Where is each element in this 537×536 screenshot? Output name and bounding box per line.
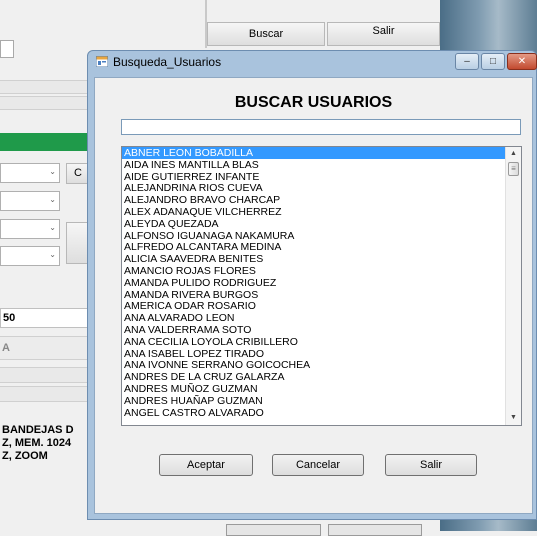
users-list: ABNER LEON BOBADILLA AIDA INES MANTILLA B… bbox=[122, 147, 505, 418]
bg-combo-4[interactable]: ⌄ bbox=[0, 246, 60, 266]
list-item[interactable]: ABNER LEON BOBADILLA bbox=[122, 147, 505, 159]
bg-number-label: 50 bbox=[3, 312, 16, 324]
bg-letter-label: A bbox=[2, 342, 10, 354]
app-form-icon bbox=[96, 56, 108, 67]
window-title: Busqueda_Usuarios bbox=[113, 55, 222, 69]
cancelar-label: Cancelar bbox=[295, 459, 341, 471]
bg-green-header bbox=[0, 133, 92, 151]
list-item[interactable]: ANA ISABEL LOPEZ TIRADO bbox=[122, 348, 505, 360]
list-item[interactable]: AMANDA PULIDO RODRIGUEZ bbox=[122, 277, 505, 289]
list-item[interactable]: ANA CECILIA LOYOLA CRIBILLERO bbox=[122, 336, 505, 348]
list-item[interactable]: AIDE GUTIERREZ INFANTE bbox=[122, 171, 505, 183]
list-item[interactable]: ALFONSO IGUANAGA NAKAMURA bbox=[122, 230, 505, 242]
list-item[interactable]: ALICIA SAAVEDRA BENITES bbox=[122, 253, 505, 265]
users-listbox[interactable]: ABNER LEON BOBADILLA AIDA INES MANTILLA B… bbox=[121, 146, 522, 426]
title-bar[interactable]: Busqueda_Usuarios – □ ✕ bbox=[88, 51, 537, 73]
list-item[interactable]: AMANDA RIVERA BURGOS bbox=[122, 289, 505, 301]
search-input[interactable] bbox=[121, 119, 521, 135]
list-item[interactable]: ANDRES HUAÑAP GUZMAN bbox=[122, 395, 505, 407]
bg-buscar-button[interactable]: Buscar bbox=[207, 22, 325, 46]
close-icon: ✕ bbox=[517, 56, 527, 67]
maximize-button[interactable]: □ bbox=[481, 53, 505, 70]
salir-button[interactable]: Salir bbox=[385, 454, 477, 476]
chevron-down-icon: ⌄ bbox=[49, 223, 56, 232]
bg-combo-2[interactable]: ⌄ bbox=[0, 191, 60, 211]
close-button[interactable]: ✕ bbox=[507, 53, 537, 70]
list-item[interactable]: AMERICA ODAR ROSARIO bbox=[122, 300, 505, 312]
aceptar-button[interactable]: Aceptar bbox=[159, 454, 253, 476]
bg-buscar-label: Buscar bbox=[248, 28, 284, 40]
bg-band-3 bbox=[0, 367, 90, 383]
minimize-button[interactable]: – bbox=[455, 53, 479, 70]
salir-label: Salir bbox=[419, 459, 442, 471]
bg-salir-button[interactable]: Salir bbox=[327, 22, 440, 46]
dialog-client-area: BUSCAR USUARIOS ABNER LEON BOBADILLA AIDA… bbox=[94, 77, 533, 514]
vertical-scrollbar[interactable]: ▲ ≡ ▼ bbox=[505, 147, 521, 425]
list-item[interactable]: ALFREDO ALCANTARA MEDINA bbox=[122, 241, 505, 253]
bg-bottom-button-2[interactable] bbox=[328, 524, 422, 536]
bg-band-2 bbox=[0, 96, 90, 110]
bg-number-field[interactable]: 50 bbox=[0, 308, 90, 328]
busqueda-usuarios-dialog: Busqueda_Usuarios – □ ✕ BUSCAR USUARIOS … bbox=[87, 50, 537, 520]
bg-bottom-button-1[interactable] bbox=[226, 524, 321, 536]
list-item[interactable]: ANGEL CASTRO ALVARADO bbox=[122, 407, 505, 419]
bg-band-4 bbox=[0, 386, 90, 402]
scroll-up-icon[interactable]: ▲ bbox=[506, 147, 521, 161]
list-item[interactable]: AMANCIO ROJAS FLORES bbox=[122, 265, 505, 277]
bg-salir-label: Salir bbox=[372, 25, 395, 37]
list-item[interactable]: ANA IVONNE SERRANO GOICOCHEA bbox=[122, 359, 505, 371]
bg-info-line-2: Z, MEM. 1024 bbox=[2, 437, 72, 449]
list-item[interactable]: ANDRES MUÑOZ GUZMAN bbox=[122, 383, 505, 395]
chevron-down-icon: ⌄ bbox=[49, 250, 56, 259]
list-item[interactable]: AIDA INES MANTILLA BLAS bbox=[122, 159, 505, 171]
page-title: BUSCAR USUARIOS bbox=[234, 94, 393, 111]
cancelar-button[interactable]: Cancelar bbox=[272, 454, 364, 476]
list-item[interactable]: ALEX ADANAQUE VILCHERREZ bbox=[122, 206, 505, 218]
minimize-icon: – bbox=[464, 56, 470, 67]
list-item[interactable]: ANA VALDERRAMA SOTO bbox=[122, 324, 505, 336]
bg-info-line-3: Z, ZOOM bbox=[2, 450, 48, 462]
aceptar-label: Aceptar bbox=[187, 459, 225, 471]
bg-band-1 bbox=[0, 80, 90, 94]
bg-info-line-1: BANDEJAS D bbox=[2, 424, 74, 436]
bg-letter-band: A bbox=[0, 336, 90, 360]
list-item[interactable]: ALEJANDRINA RIOS CUEVA bbox=[122, 182, 505, 194]
list-item[interactable]: ALEYDA QUEZADA bbox=[122, 218, 505, 230]
list-item[interactable]: ALEJANDRO BRAVO CHARCAP bbox=[122, 194, 505, 206]
list-item[interactable]: ANA ALVARADO LEON bbox=[122, 312, 505, 324]
list-item[interactable]: ANDRES DE LA CRUZ GALARZA bbox=[122, 371, 505, 383]
chevron-down-icon: ⌄ bbox=[49, 167, 56, 176]
bg-combo-3[interactable]: ⌄ bbox=[0, 219, 60, 239]
bg-partial-button-label: C bbox=[74, 167, 82, 179]
bg-combo-1[interactable]: ⌄ bbox=[0, 163, 60, 183]
scroll-down-icon[interactable]: ▼ bbox=[506, 411, 521, 425]
maximize-icon: □ bbox=[489, 56, 497, 67]
scroll-thumb[interactable]: ≡ bbox=[508, 162, 519, 176]
chevron-down-icon: ⌄ bbox=[49, 195, 56, 204]
bg-text-field[interactable] bbox=[0, 40, 14, 58]
